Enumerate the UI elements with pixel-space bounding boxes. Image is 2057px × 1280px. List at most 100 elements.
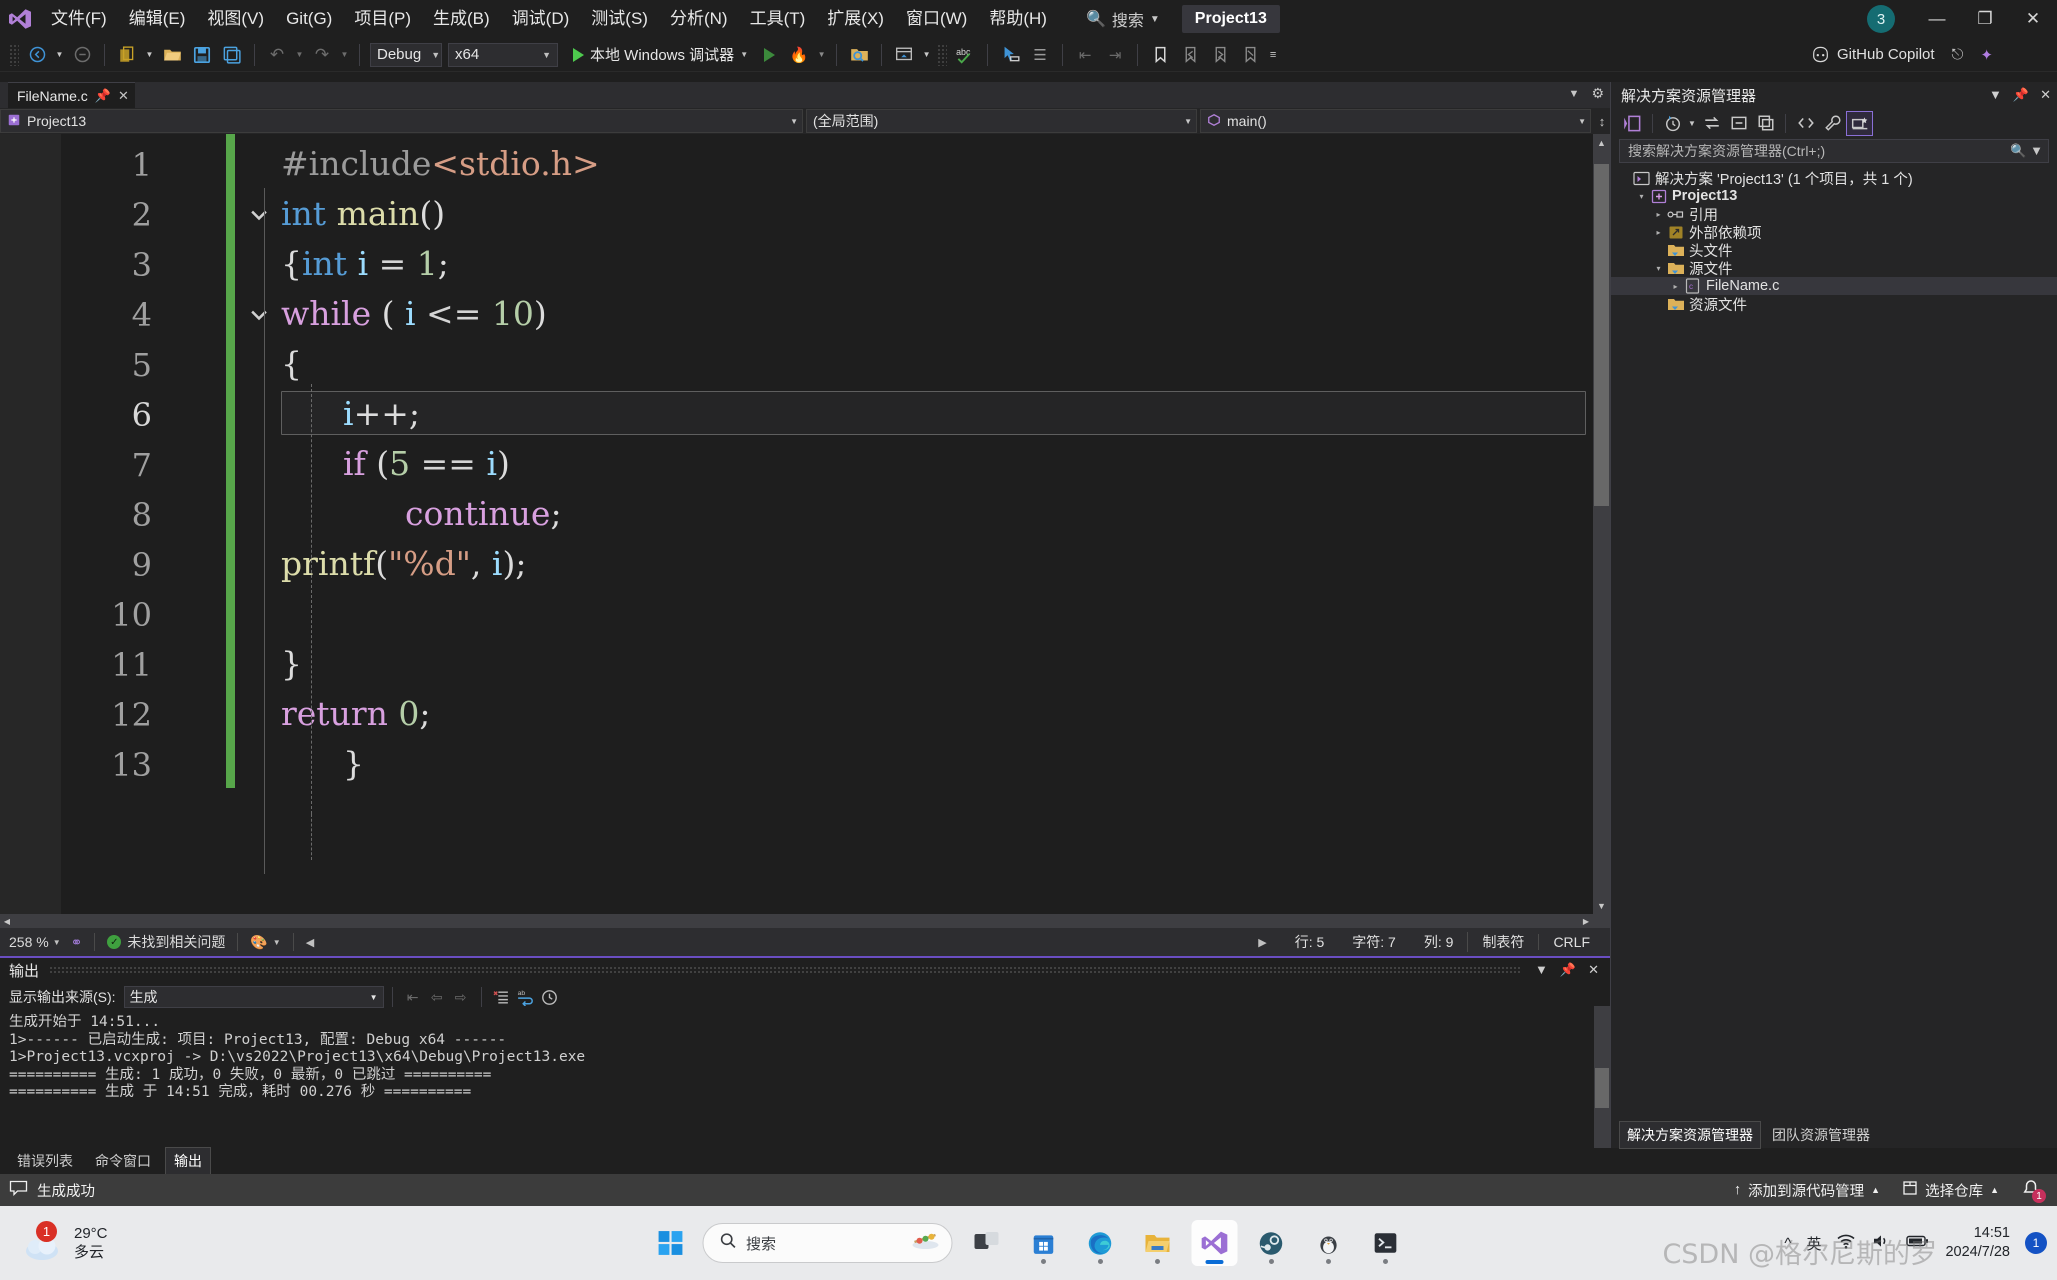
code-line[interactable]: 10 xyxy=(0,588,1593,638)
solution-tree-item[interactable]: ▾源文件 xyxy=(1611,259,2057,277)
taskbar-app-visual-studio[interactable] xyxy=(1191,1220,1237,1266)
account-badge[interactable]: 3 xyxy=(1867,5,1895,33)
undo-icon[interactable]: ↶ xyxy=(264,42,290,68)
editor-horizontal-scrollbar[interactable]: ◀ ▶ xyxy=(0,914,1593,928)
taskbar-search-input[interactable]: 搜索 xyxy=(702,1223,952,1263)
zoom-level-combo[interactable]: 258 % ▼ xyxy=(0,934,61,950)
show-hidden-icons-icon[interactable]: ^ xyxy=(1784,1235,1791,1252)
tab-mode-status[interactable]: 制表符 xyxy=(1467,932,1538,952)
output-scroll-thumb[interactable] xyxy=(1595,1068,1609,1108)
menu-build[interactable]: 生成(B) xyxy=(422,4,501,34)
taskbar-app-microsoft-store[interactable] xyxy=(1020,1220,1066,1266)
toolbar-grip[interactable] xyxy=(9,44,19,66)
solution-tree-item[interactable]: ▸引用 xyxy=(1611,205,2057,223)
hot-reload-icon[interactable]: 🔥 xyxy=(786,42,812,68)
next-message-icon[interactable]: ⇨ xyxy=(449,985,473,1009)
menu-tools[interactable]: 工具(T) xyxy=(739,4,817,34)
comment-icon[interactable]: ☰ xyxy=(1027,42,1053,68)
save-all-icon[interactable] xyxy=(219,42,245,68)
tab-error-list[interactable]: 错误列表 xyxy=(9,1148,81,1174)
tab-output[interactable]: 输出 xyxy=(165,1147,211,1175)
accessibility-icon[interactable]: ⚭ xyxy=(71,934,83,951)
volume-icon[interactable] xyxy=(1871,1232,1891,1254)
expand-right-icon[interactable]: ▶ xyxy=(1258,936,1280,949)
open-file-icon[interactable] xyxy=(159,42,185,68)
copilot-settings-icon[interactable]: ✦ xyxy=(1980,46,1993,64)
preview-selected-items-icon[interactable] xyxy=(1846,111,1873,136)
output-source-combo[interactable]: 生成 ▼ xyxy=(124,986,384,1008)
menu-window[interactable]: 窗口(W) xyxy=(895,4,978,34)
solution-configuration-combo[interactable]: Debug ▼ xyxy=(370,43,442,67)
taskbar-clock[interactable]: 14:51 2024/7/28 xyxy=(1945,1224,2010,1262)
menu-file[interactable]: 文件(F) xyxy=(40,4,118,34)
panel-menu-icon[interactable]: ▼ xyxy=(1532,962,1551,978)
code-editor[interactable]: 1#include<stdio.h>2int main()3{int i = 1… xyxy=(0,134,1610,928)
spell-check-icon[interactable]: abc xyxy=(952,42,978,68)
taskbar-app-task-view[interactable] xyxy=(963,1220,1009,1266)
code-line[interactable]: 12return 0; xyxy=(0,688,1593,738)
tree-collapsed-icon[interactable]: ▸ xyxy=(1651,210,1666,219)
menu-analyze[interactable]: 分析(N) xyxy=(659,4,739,34)
code-cleanup-icon[interactable]: 🎨 xyxy=(250,934,267,951)
code-fold-chevron-icon[interactable] xyxy=(248,204,270,226)
toolbar-grip[interactable] xyxy=(937,44,947,66)
toolbar-overflow-icon[interactable]: ≡ xyxy=(1267,42,1279,68)
function-scope-combo[interactable]: main() ▼ xyxy=(1200,109,1591,133)
solution-name-chip[interactable]: Project13 xyxy=(1182,5,1280,33)
decrease-indent-icon[interactable]: ⇤ xyxy=(1072,42,1098,68)
editor-tab-filename-c[interactable]: FileName.c 📌 ✕ xyxy=(8,82,135,108)
menu-help[interactable]: 帮助(H) xyxy=(978,4,1058,34)
previous-message-icon[interactable]: ⇦ xyxy=(425,985,449,1009)
code-line[interactable]: 7if (5 == i) xyxy=(0,438,1593,488)
solution-tree-item[interactable]: ▾Project13 xyxy=(1611,187,2057,205)
menu-git[interactable]: Git(G) xyxy=(275,4,343,34)
close-panel-icon[interactable]: ✕ xyxy=(2040,87,2051,103)
editor-vertical-scrollbar[interactable]: ▲ ▼ xyxy=(1593,134,1610,928)
window-layout-dropdown-icon[interactable]: ▼ xyxy=(921,42,932,68)
menu-test[interactable]: 测试(S) xyxy=(580,4,659,34)
copilot-external-icon[interactable]: ⎋ xyxy=(1952,46,1964,63)
navigate-backward-icon[interactable] xyxy=(24,42,50,68)
increase-indent-icon[interactable]: ⇥ xyxy=(1102,42,1128,68)
navigate-backward-dropdown-icon[interactable]: ▼ xyxy=(54,42,65,68)
pending-changes-dropdown-icon[interactable]: ▼ xyxy=(1686,111,1698,136)
taskbar-app-steam[interactable] xyxy=(1248,1220,1294,1266)
scroll-right-icon[interactable]: ▶ xyxy=(1579,914,1593,928)
clear-output-icon[interactable] xyxy=(490,985,514,1009)
next-bookmark-icon[interactable] xyxy=(1207,42,1233,68)
taskbar-app-terminal[interactable] xyxy=(1362,1220,1408,1266)
undo-dropdown-icon[interactable]: ▼ xyxy=(294,42,305,68)
collapse-left-icon[interactable]: ◀ xyxy=(306,936,314,949)
code-line[interactable]: 8continue; xyxy=(0,488,1593,538)
solution-platform-combo[interactable]: x64 ▼ xyxy=(448,43,558,67)
new-project-dropdown-icon[interactable]: ▼ xyxy=(144,42,155,68)
issues-status[interactable]: ✓ 未找到相关问题 xyxy=(107,932,225,952)
save-file-icon[interactable] xyxy=(189,42,215,68)
panel-menu-icon[interactable]: ▼ xyxy=(1989,87,2002,103)
editor-settings-icon[interactable]: ⚙ xyxy=(1591,85,1604,102)
redo-dropdown-icon[interactable]: ▼ xyxy=(339,42,350,68)
panel-drag-handle[interactable] xyxy=(49,966,1522,974)
add-to-source-control-button[interactable]: ↑ 添加到源代码管理 ▲ xyxy=(1734,1180,1880,1201)
minimize-button[interactable]: — xyxy=(1913,0,1961,38)
solution-tree-item[interactable]: ▸cFileName.c xyxy=(1611,277,2057,295)
code-line[interactable]: 2int main() xyxy=(0,188,1593,238)
editor-scroll-thumb[interactable] xyxy=(1594,164,1609,506)
previous-bookmark-icon[interactable] xyxy=(1177,42,1203,68)
window-layout-icon[interactable] xyxy=(891,42,917,68)
close-panel-icon[interactable]: ✕ xyxy=(1585,962,1602,978)
close-button[interactable]: ✕ xyxy=(2009,0,2057,38)
tree-collapsed-icon[interactable]: ▸ xyxy=(1651,228,1666,237)
pin-tab-icon[interactable]: 📌 xyxy=(95,88,111,104)
split-editor-icon[interactable]: ↕ xyxy=(1594,114,1610,129)
member-scope-combo[interactable]: (全局范围) ▼ xyxy=(806,109,1197,133)
solution-tree-item[interactable]: ▸外部依赖项 xyxy=(1611,223,2057,241)
taskbar-app-qq[interactable] xyxy=(1305,1220,1351,1266)
properties-icon[interactable] xyxy=(1819,111,1846,136)
pin-panel-icon[interactable]: 📌 xyxy=(2013,87,2029,103)
show-all-files-icon[interactable] xyxy=(1752,111,1779,136)
menu-edit[interactable]: 编辑(E) xyxy=(118,4,197,34)
switch-views-icon[interactable] xyxy=(1619,111,1646,136)
code-line[interactable]: 11} xyxy=(0,638,1593,688)
code-fold-chevron-icon[interactable] xyxy=(248,304,270,326)
